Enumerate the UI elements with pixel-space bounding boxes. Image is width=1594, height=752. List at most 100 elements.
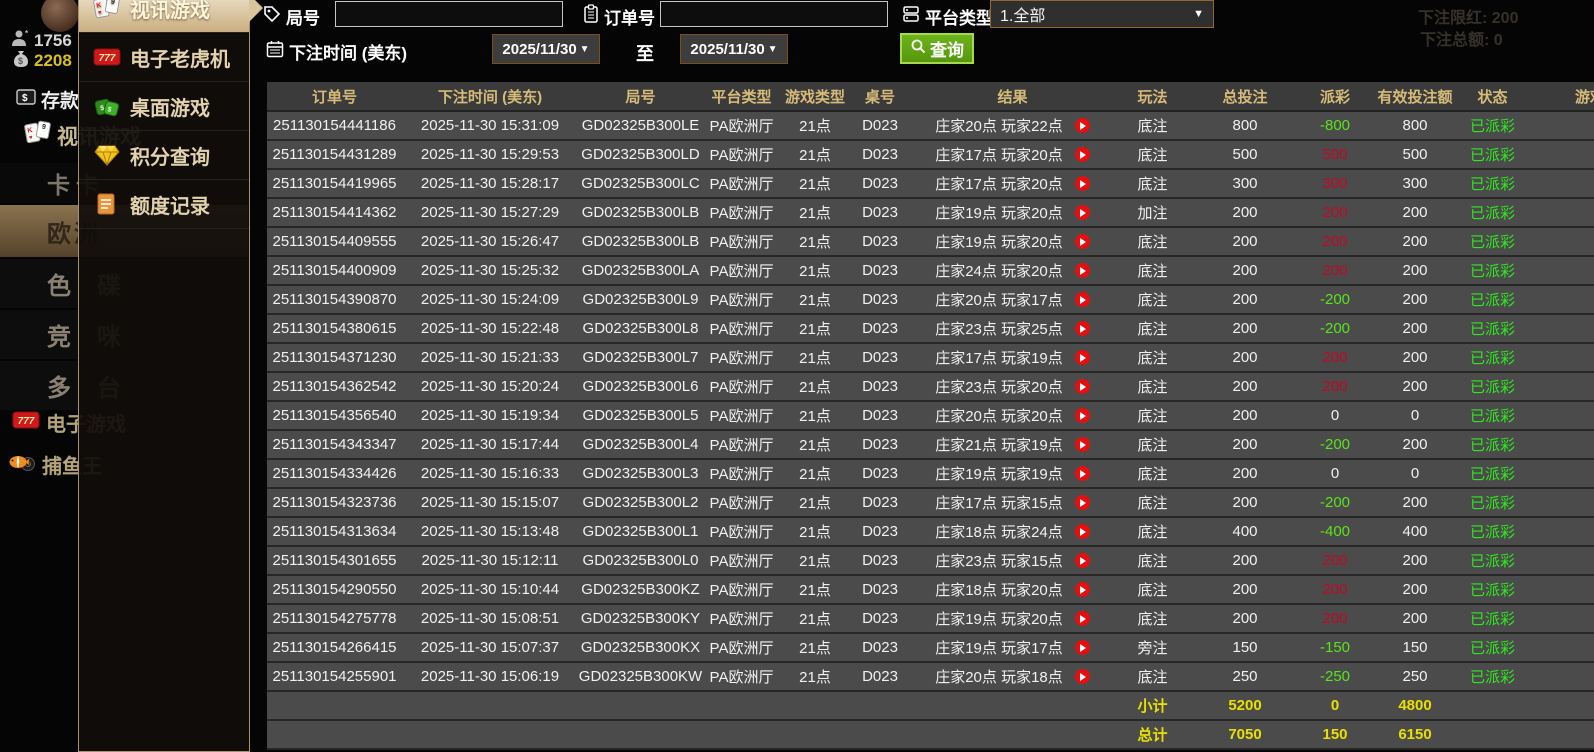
menu-item-3[interactable]: 积分查询 xyxy=(79,131,249,180)
empty-cell xyxy=(910,720,1115,750)
search-button[interactable]: 查询 xyxy=(900,33,974,64)
game-cell xyxy=(1525,488,1594,518)
order-number-cell: 251130154409555 xyxy=(267,227,402,257)
balance: $ 2208 xyxy=(12,48,72,73)
table-row: 251130154343347 2025-11-30 15:17:44 GD0232… xyxy=(267,430,1594,460)
bet-time-cell: 2025-11-30 15:28:17 xyxy=(402,169,578,199)
result-text: 庄家20点 玩家20点 xyxy=(935,408,1063,425)
game-type-cell: 21点 xyxy=(780,198,850,228)
bet-time-cell: 2025-11-30 15:12:11 xyxy=(402,546,578,576)
table-row: 251130154409555 2025-11-30 15:26:47 GD0232… xyxy=(267,227,1594,257)
play-video-icon[interactable] xyxy=(1074,321,1090,336)
payout-cell: -200 xyxy=(1300,488,1370,518)
total-bet-cell: 200 xyxy=(1190,227,1300,257)
game-type-cell: 21点 xyxy=(780,575,850,605)
cards-icon: K ♥ 9 xyxy=(24,120,52,152)
play-video-icon[interactable] xyxy=(1074,553,1090,568)
round-number-cell: GD02325B300L9 xyxy=(578,285,703,315)
game-type-cell: 21点 xyxy=(780,604,850,634)
play-video-icon[interactable] xyxy=(1074,524,1090,539)
play-video-icon[interactable] xyxy=(1074,582,1090,597)
result-cell: 庄家19点 玩家20点 xyxy=(910,227,1115,257)
play-video-icon[interactable] xyxy=(1074,466,1090,481)
table-number-cell: D023 xyxy=(850,198,910,228)
platform-cell: PA欧洲厅 xyxy=(703,575,780,605)
table-number-cell: D023 xyxy=(850,314,910,344)
play-type-cell: 底注 xyxy=(1115,459,1190,489)
table-row: 251130154390870 2025-11-30 15:24:09 GD0232… xyxy=(267,285,1594,315)
total-row: 总计 7050 150 6150 xyxy=(267,720,1594,750)
play-type-cell: 底注 xyxy=(1115,662,1190,692)
round-number-cell: GD02325B300KY xyxy=(578,604,703,634)
play-type-cell: 底注 xyxy=(1115,111,1190,141)
play-video-icon[interactable] xyxy=(1074,379,1090,394)
play-video-icon[interactable] xyxy=(1074,611,1090,626)
play-video-icon[interactable] xyxy=(1074,205,1090,220)
table-number-cell: D023 xyxy=(850,227,910,257)
order-number-input[interactable] xyxy=(660,1,888,27)
table-row: 251130154419965 2025-11-30 15:28:17 GD0232… xyxy=(267,169,1594,199)
payout-cell: 0 xyxy=(1300,459,1370,489)
valid-bet-cell: 200 xyxy=(1370,227,1460,257)
table-row: 251130154400909 2025-11-30 15:25:32 GD0232… xyxy=(267,256,1594,286)
valid-bet-cell: 0 xyxy=(1370,401,1460,431)
platform-cell: PA欧洲厅 xyxy=(703,401,780,431)
payout-cell: -800 xyxy=(1300,111,1370,141)
play-video-icon[interactable] xyxy=(1074,118,1090,133)
status-cell: 已派彩 xyxy=(1460,314,1525,344)
deposit-button[interactable]: $ 存款 xyxy=(16,86,79,113)
round-number-cell: GD02325B300L0 xyxy=(578,546,703,576)
play-video-icon[interactable] xyxy=(1074,147,1090,162)
bet-time-cell: 2025-11-30 15:25:32 xyxy=(402,256,578,286)
play-video-icon[interactable] xyxy=(1074,176,1090,191)
play-video-icon[interactable] xyxy=(1074,495,1090,510)
valid-bet-cell: 200 xyxy=(1370,430,1460,460)
platform-type-select[interactable]: 1.全部 xyxy=(990,0,1214,28)
game-cell xyxy=(1525,372,1594,402)
play-video-icon[interactable] xyxy=(1074,437,1090,452)
menu-item-label: 电子老虎机 xyxy=(130,48,230,71)
menu-item-0[interactable]: K ♥ 9 视讯游戏 xyxy=(79,0,263,33)
result-text: 庄家18点 玩家24点 xyxy=(935,524,1063,541)
status-cell: 已派彩 xyxy=(1460,285,1525,315)
play-video-icon[interactable] xyxy=(1074,234,1090,249)
date-to-picker[interactable]: 2025/11/30 xyxy=(680,34,788,64)
menu-item-4[interactable]: 额度记录 xyxy=(79,180,249,229)
empty-cell xyxy=(1525,720,1594,750)
round-number-cell: GD02325B300L7 xyxy=(578,343,703,373)
table-number-cell: D023 xyxy=(850,488,910,518)
platform-cell: PA欧洲厅 xyxy=(703,546,780,576)
table-number-cell: D023 xyxy=(850,459,910,489)
round-number-cell: GD02325B300L6 xyxy=(578,372,703,402)
round-number-input[interactable] xyxy=(335,1,563,27)
play-video-icon[interactable] xyxy=(1074,292,1090,307)
game-type-cell: 21点 xyxy=(780,546,850,576)
empty-cell xyxy=(850,691,910,721)
slot-777-icon: 777 xyxy=(92,46,122,68)
play-video-icon[interactable] xyxy=(1074,263,1090,278)
play-video-icon[interactable] xyxy=(1074,408,1090,423)
play-video-icon[interactable] xyxy=(1074,640,1090,655)
menu-item-1[interactable]: 777 电子老虎机 xyxy=(79,33,249,82)
svg-text:$: $ xyxy=(18,56,23,66)
result-text: 庄家18点 玩家20点 xyxy=(935,582,1063,599)
game-type-cell: 21点 xyxy=(780,140,850,170)
menu-item-2[interactable]: $ $ 桌面游戏 xyxy=(79,82,249,131)
valid-bet-cell: 200 xyxy=(1370,488,1460,518)
play-type-cell: 底注 xyxy=(1115,517,1190,547)
payout-cell: -150 xyxy=(1300,633,1370,663)
date-from-picker[interactable]: 2025/11/30 xyxy=(492,34,600,64)
payout-cell: -200 xyxy=(1300,285,1370,315)
play-video-icon[interactable] xyxy=(1074,350,1090,365)
bet-time-cell: 2025-11-30 15:17:44 xyxy=(402,430,578,460)
bet-records-table: 订单号 下注时间 (美东) 局号 平台类型 游戏类型 桌号 结果 玩法 总投注 派彩 有效投注额 状态… xyxy=(267,82,1594,750)
order-number-cell: 251130154356540 xyxy=(267,401,402,431)
order-number-cell: 251130154290550 xyxy=(267,575,402,605)
calendar-icon xyxy=(266,40,284,63)
play-video-icon[interactable] xyxy=(1074,669,1090,684)
status-cell: 已派彩 xyxy=(1460,430,1525,460)
order-number-cell: 251130154400909 xyxy=(267,256,402,286)
table-number-cell: D023 xyxy=(850,372,910,402)
column-header: 游戏 xyxy=(1525,82,1594,112)
clipboard-icon xyxy=(583,4,599,29)
